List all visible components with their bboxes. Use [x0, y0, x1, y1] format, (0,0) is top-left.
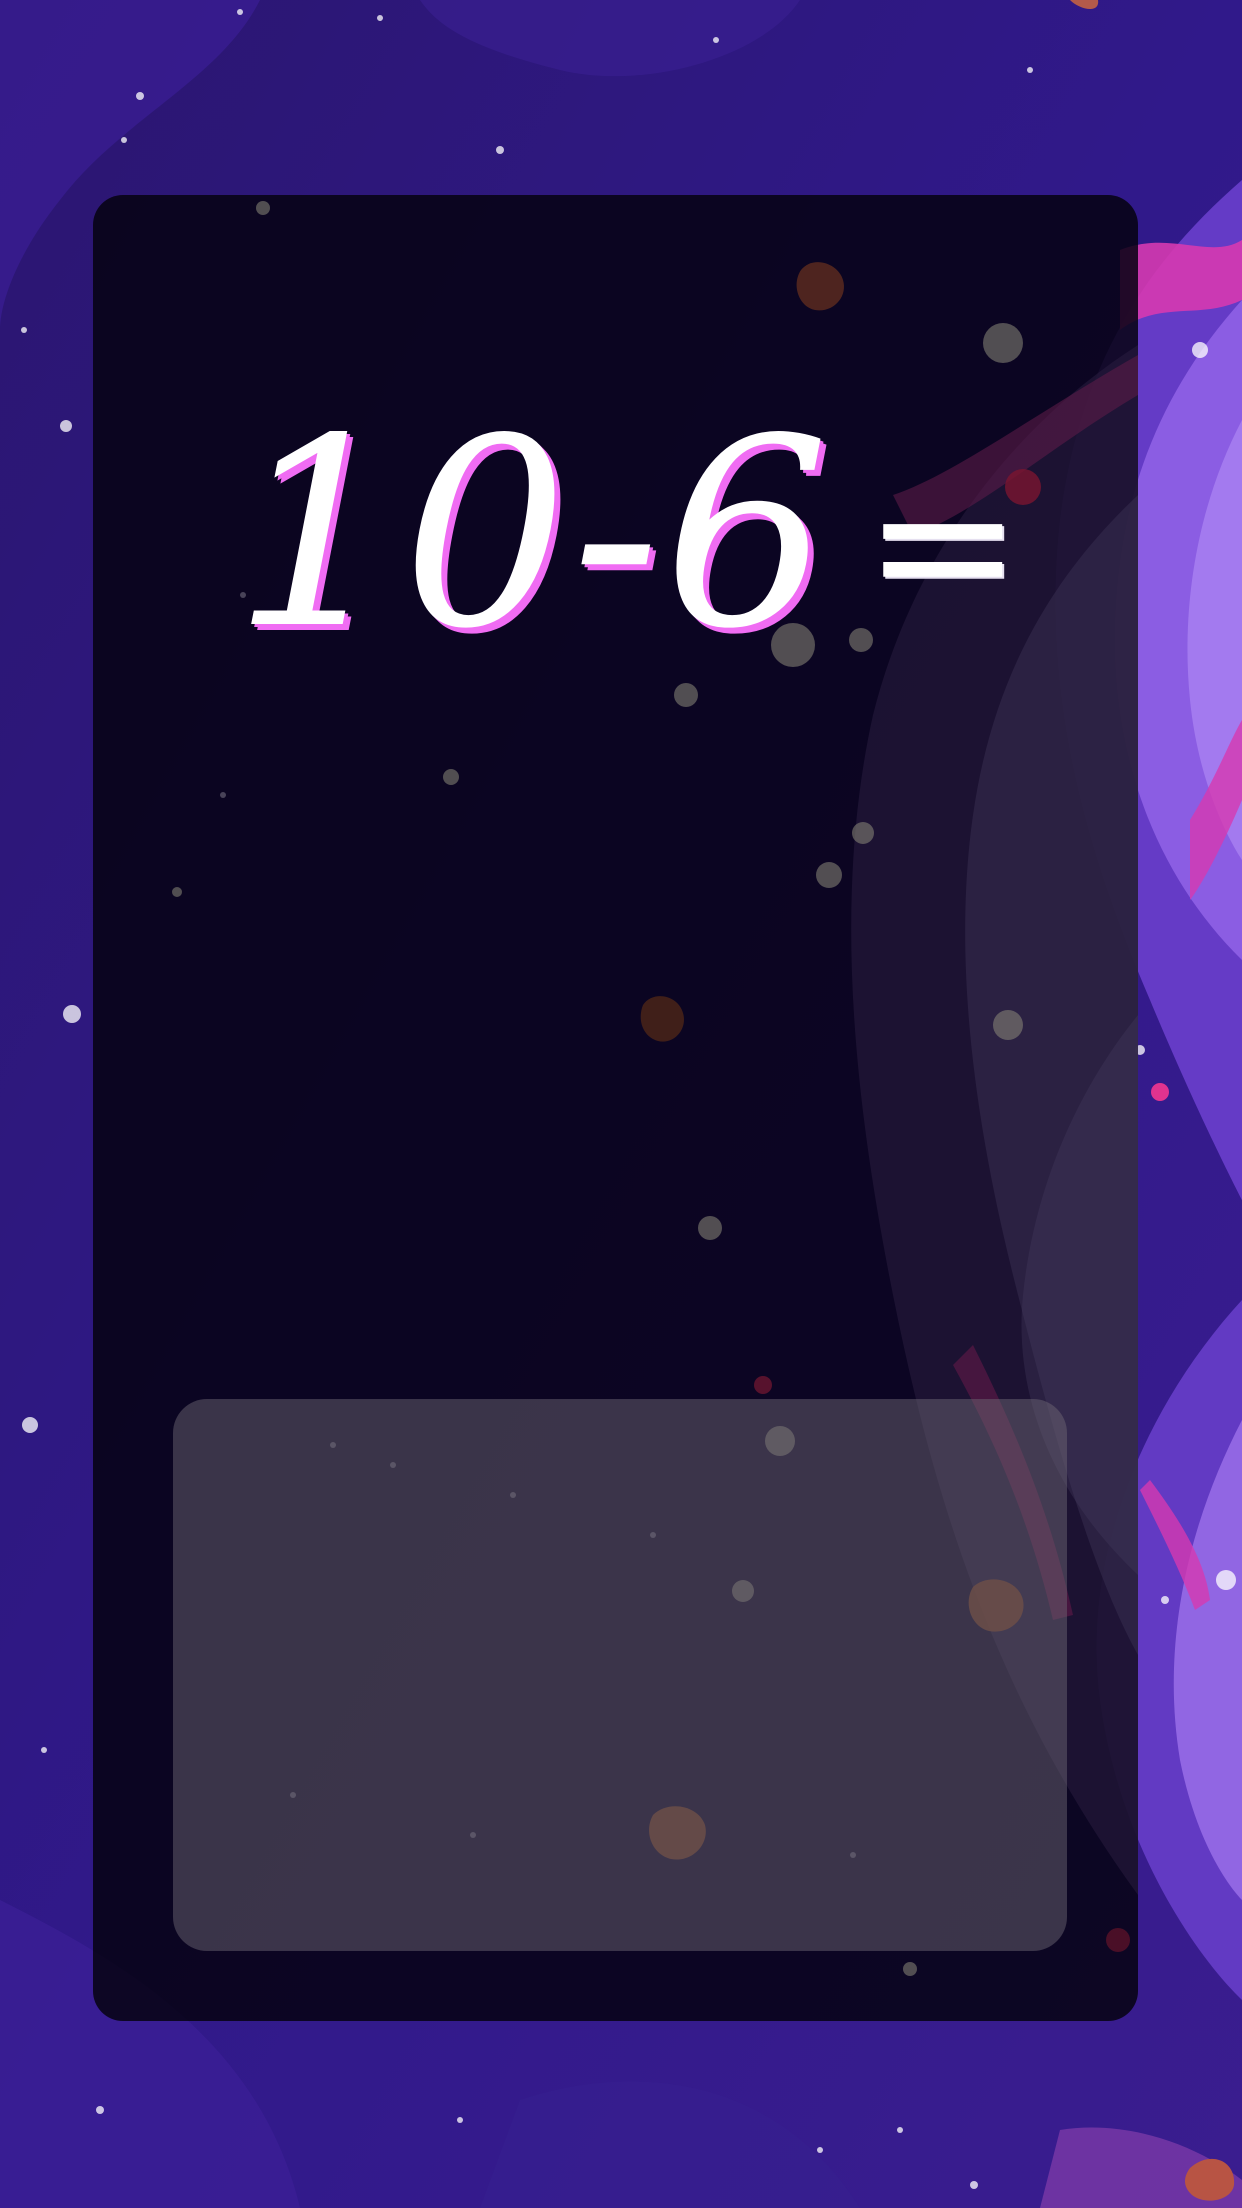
equation-left-operand: 10 — [233, 384, 572, 686]
game-panel: 10 - 6 = — [93, 195, 1138, 2021]
equation-right-operand: 6 — [663, 384, 834, 686]
math-equation: 10 - 6 = — [233, 395, 1033, 675]
answer-drop-box[interactable] — [173, 1399, 1067, 1951]
equation-operator: - — [571, 384, 664, 686]
equation-equals-sign: = — [863, 434, 1023, 655]
